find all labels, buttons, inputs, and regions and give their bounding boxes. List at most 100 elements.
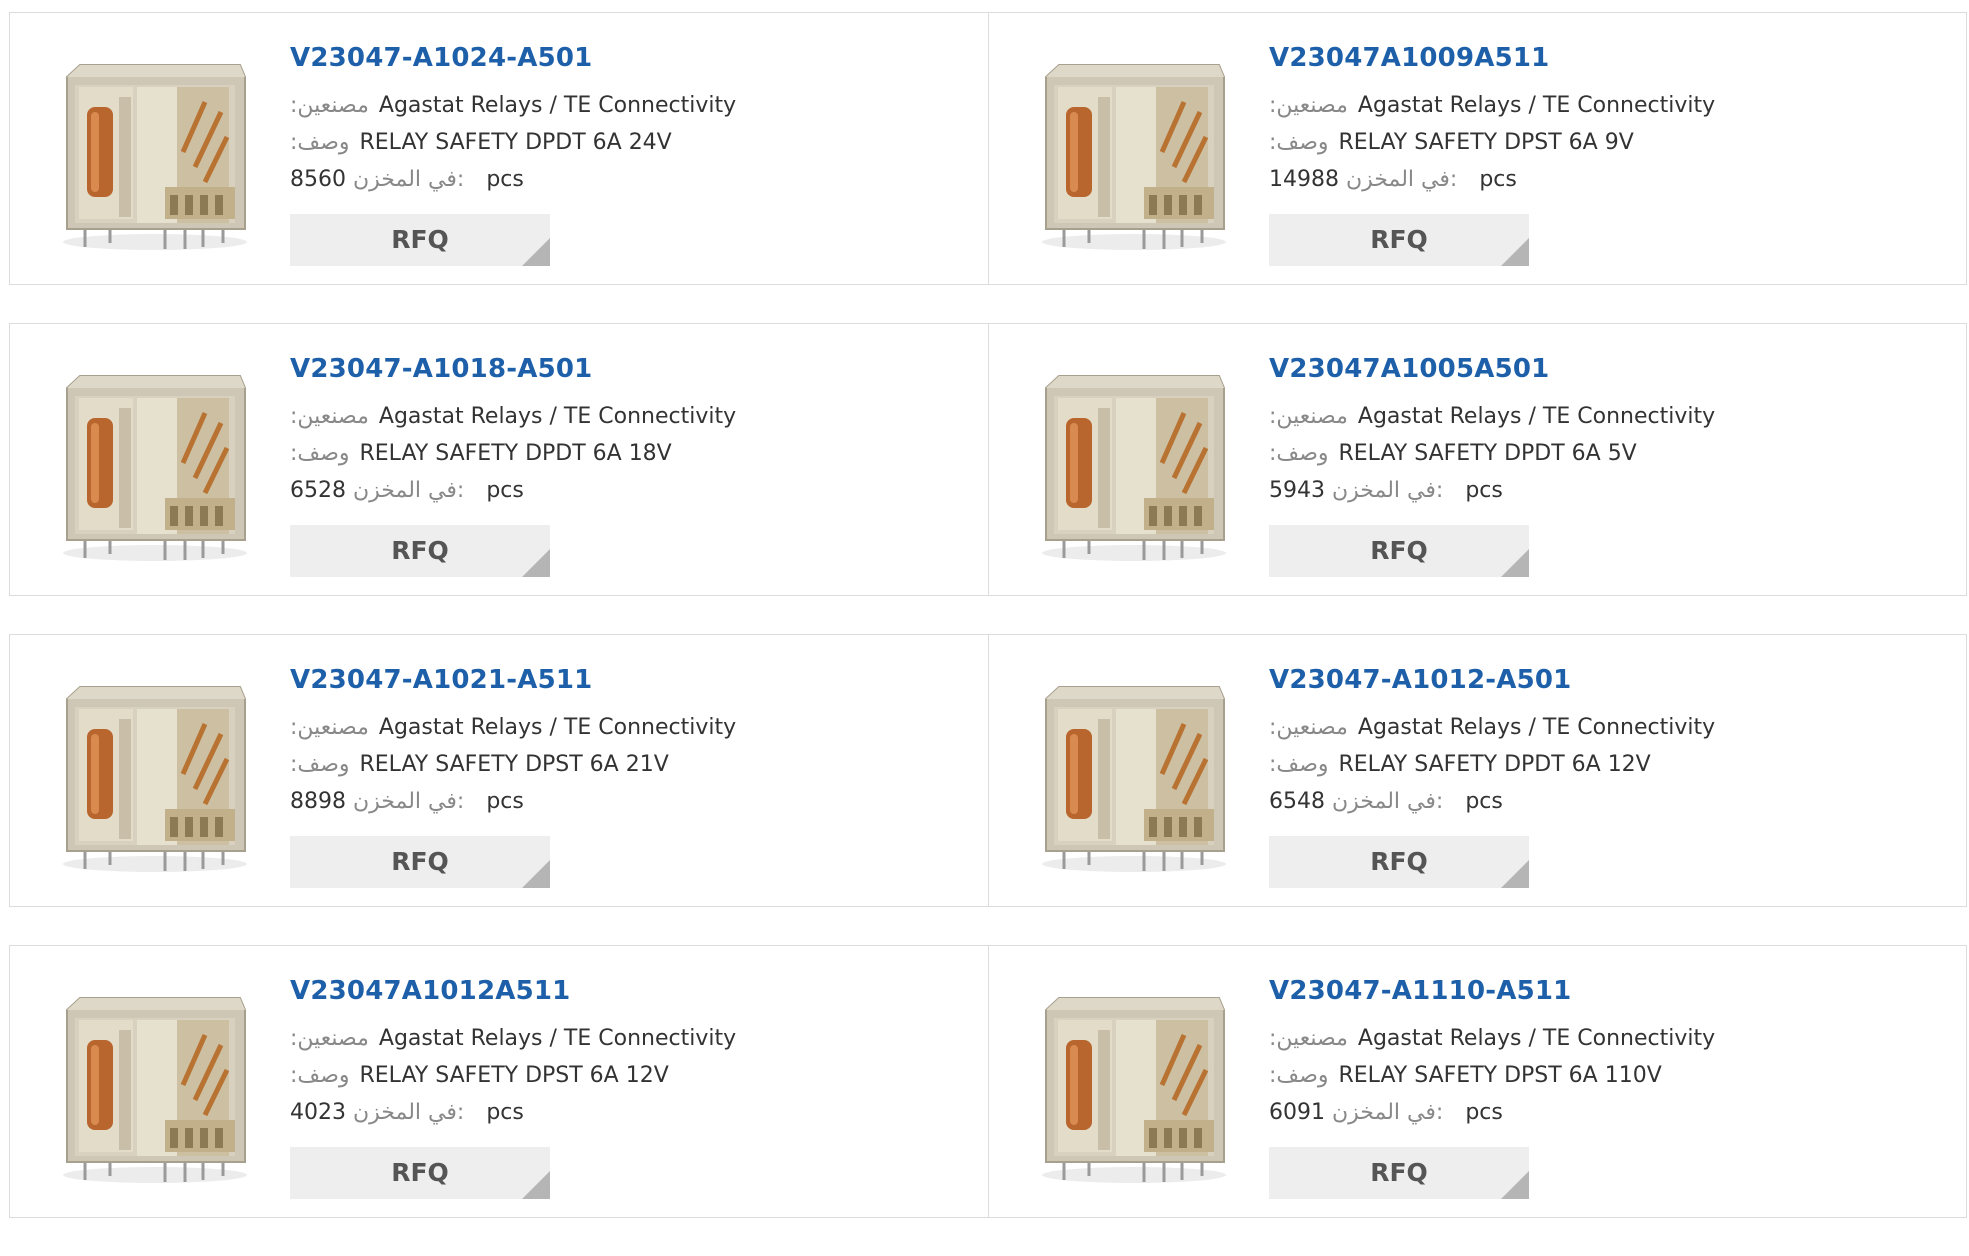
- stock-unit: pcs: [486, 478, 524, 503]
- relay-image-icon: [1042, 997, 1226, 1183]
- stock-unit: pcs: [486, 1100, 524, 1125]
- product-card: V23047-A1012-A501 :مصنعين Agastat Relays …: [988, 635, 1966, 906]
- rfq-button[interactable]: RFQ: [1269, 836, 1529, 888]
- manufacturer-label: :مصنعين: [1269, 404, 1348, 429]
- manufacturer-line: :مصنعين Agastat Relays / TE Connectivity: [1269, 1020, 1715, 1057]
- rfq-button[interactable]: RFQ: [290, 836, 550, 888]
- stock-value: 6091: [1269, 1100, 1325, 1125]
- product-image[interactable]: [1034, 679, 1234, 879]
- part-number-link[interactable]: V23047A1012A511: [290, 976, 736, 1006]
- part-number-link[interactable]: V23047-A1012-A501: [1269, 665, 1715, 695]
- manufacturer-value: Agastat Relays / TE Connectivity: [378, 93, 737, 118]
- stock-unit: pcs: [486, 167, 524, 192]
- relay-image-icon: [1042, 375, 1226, 561]
- description-value: RELAY SAFETY DPDT 6A 5V: [1338, 441, 1637, 466]
- rfq-button[interactable]: RFQ: [1269, 1147, 1529, 1199]
- part-number-link[interactable]: V23047-A1021-A511: [290, 665, 736, 695]
- product-info: V23047A1012A511 :مصنعين Agastat Relays / …: [290, 976, 736, 1199]
- stock-label: في المخزن:: [1332, 1100, 1444, 1125]
- product-image[interactable]: [1034, 57, 1234, 257]
- product-card: V23047-A1021-A511 :مصنعين Agastat Relays …: [10, 635, 988, 906]
- rfq-label: RFQ: [1370, 1158, 1428, 1187]
- stock-unit: pcs: [1465, 789, 1503, 814]
- corner-fold-icon: [1501, 238, 1529, 266]
- rfq-label: RFQ: [391, 1158, 449, 1187]
- product-image[interactable]: [1034, 368, 1234, 568]
- rfq-button[interactable]: RFQ: [1269, 214, 1529, 266]
- corner-fold-icon: [522, 549, 550, 577]
- rfq-label: RFQ: [391, 536, 449, 565]
- rfq-button[interactable]: RFQ: [1269, 525, 1529, 577]
- description-line: :وصف RELAY SAFETY DPST 6A 12V: [290, 1057, 736, 1094]
- manufacturer-label: :مصنعين: [290, 93, 369, 118]
- stock-line: 8898 في المخزن: pcs: [290, 783, 736, 820]
- product-info: V23047-A1012-A501 :مصنعين Agastat Relays …: [1269, 665, 1715, 888]
- description-value: RELAY SAFETY DPDT 6A 24V: [359, 130, 672, 155]
- description-label: :وصف: [1269, 130, 1329, 155]
- corner-fold-icon: [522, 238, 550, 266]
- stock-line: 6548 في المخزن: pcs: [1269, 783, 1715, 820]
- description-line: :وصف RELAY SAFETY DPST 6A 21V: [290, 746, 736, 783]
- manufacturer-label: :مصنعين: [1269, 93, 1348, 118]
- manufacturer-line: :مصنعين Agastat Relays / TE Connectivity: [1269, 87, 1715, 124]
- part-number-link[interactable]: V23047-A1018-A501: [290, 354, 736, 384]
- corner-fold-icon: [1501, 549, 1529, 577]
- rfq-button[interactable]: RFQ: [290, 1147, 550, 1199]
- product-info: V23047-A1021-A511 :مصنعين Agastat Relays …: [290, 665, 736, 888]
- rfq-button[interactable]: RFQ: [290, 214, 550, 266]
- description-value: RELAY SAFETY DPST 6A 110V: [1338, 1063, 1662, 1088]
- stock-line: 6528 في المخزن: pcs: [290, 472, 736, 509]
- manufacturer-label: :مصنعين: [290, 404, 369, 429]
- stock-line: 4023 في المخزن: pcs: [290, 1094, 736, 1131]
- manufacturer-value: Agastat Relays / TE Connectivity: [1357, 715, 1716, 740]
- manufacturer-value: Agastat Relays / TE Connectivity: [378, 715, 737, 740]
- manufacturer-value: Agastat Relays / TE Connectivity: [1357, 1026, 1716, 1051]
- stock-unit: pcs: [1465, 1100, 1503, 1125]
- relay-image-icon: [1042, 64, 1226, 250]
- stock-value: 8560: [290, 167, 346, 192]
- stock-value: 6548: [1269, 789, 1325, 814]
- description-line: :وصف RELAY SAFETY DPST 6A 9V: [1269, 124, 1715, 161]
- stock-label: في المخزن:: [1332, 478, 1444, 503]
- relay-image-icon: [63, 686, 247, 872]
- part-number-link[interactable]: V23047-A1024-A501: [290, 43, 736, 73]
- product-image[interactable]: [55, 679, 255, 879]
- stock-label: في المخزن:: [353, 167, 465, 192]
- product-image[interactable]: [55, 990, 255, 1190]
- rfq-button[interactable]: RFQ: [290, 525, 550, 577]
- manufacturer-value: Agastat Relays / TE Connectivity: [1357, 404, 1716, 429]
- product-image[interactable]: [55, 368, 255, 568]
- product-card: V23047A1005A501 :مصنعين Agastat Relays / …: [988, 324, 1966, 595]
- stock-value: 8898: [290, 789, 346, 814]
- manufacturer-line: :مصنعين Agastat Relays / TE Connectivity: [290, 1020, 736, 1057]
- manufacturer-label: :مصنعين: [290, 715, 369, 740]
- description-value: RELAY SAFETY DPST 6A 21V: [359, 752, 669, 777]
- stock-line: 5943 في المخزن: pcs: [1269, 472, 1715, 509]
- manufacturer-line: :مصنعين Agastat Relays / TE Connectivity: [1269, 709, 1715, 746]
- stock-unit: pcs: [486, 789, 524, 814]
- product-image[interactable]: [55, 57, 255, 257]
- stock-value: 4023: [290, 1100, 346, 1125]
- manufacturer-label: :مصنعين: [290, 1026, 369, 1051]
- part-number-link[interactable]: V23047-A1110-A511: [1269, 976, 1715, 1006]
- part-number-link[interactable]: V23047A1005A501: [1269, 354, 1715, 384]
- stock-label: في المخزن:: [353, 478, 465, 503]
- stock-line: 8560 في المخزن: pcs: [290, 161, 736, 198]
- stock-value: 6528: [290, 478, 346, 503]
- manufacturer-label: :مصنعين: [1269, 1026, 1348, 1051]
- product-image[interactable]: [1034, 990, 1234, 1190]
- description-line: :وصف RELAY SAFETY DPDT 6A 12V: [1269, 746, 1715, 783]
- corner-fold-icon: [1501, 860, 1529, 888]
- relay-image-icon: [63, 375, 247, 561]
- description-value: RELAY SAFETY DPDT 6A 12V: [1338, 752, 1651, 777]
- product-card: V23047-A1018-A501 :مصنعين Agastat Relays …: [10, 324, 988, 595]
- description-label: :وصف: [1269, 752, 1329, 777]
- description-label: :وصف: [290, 1063, 350, 1088]
- part-number-link[interactable]: V23047A1009A511: [1269, 43, 1715, 73]
- rfq-label: RFQ: [1370, 225, 1428, 254]
- description-line: :وصف RELAY SAFETY DPDT 6A 18V: [290, 435, 736, 472]
- description-label: :وصف: [1269, 441, 1329, 466]
- manufacturer-label: :مصنعين: [1269, 715, 1348, 740]
- product-info: V23047-A1024-A501 :مصنعين Agastat Relays …: [290, 43, 736, 266]
- stock-value: 14988: [1269, 167, 1339, 192]
